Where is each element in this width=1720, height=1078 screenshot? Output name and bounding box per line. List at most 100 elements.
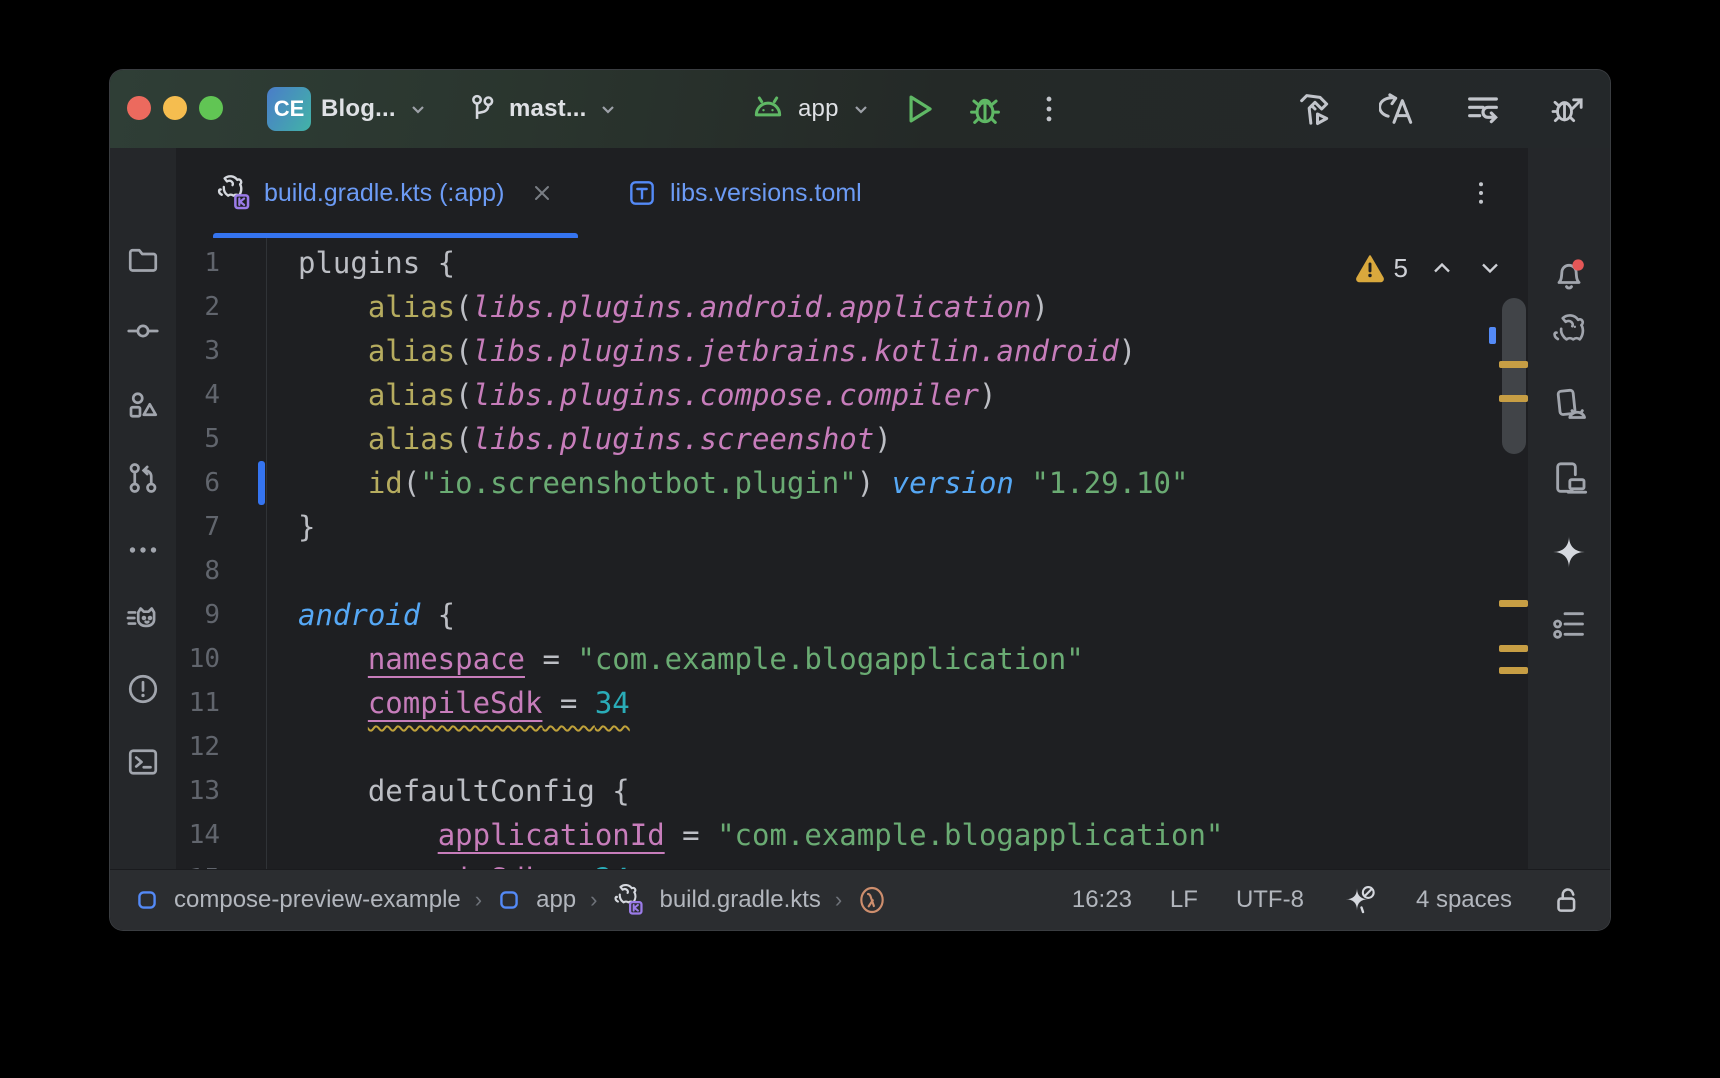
code-token: applicationId — [438, 818, 665, 852]
indent-widget[interactable]: 4 spaces — [1416, 886, 1512, 914]
profiler-bug-icon[interactable] — [1547, 89, 1587, 129]
problems-tool-icon[interactable] — [123, 669, 163, 709]
line-number[interactable]: 5 — [176, 424, 220, 454]
more-actions-icon[interactable] — [1032, 92, 1066, 126]
project-widget[interactable]: CE Blog... — [267, 70, 430, 148]
android-icon — [748, 89, 788, 129]
line-number[interactable]: 4 — [176, 380, 220, 410]
line-number[interactable]: 14 — [176, 820, 220, 850]
commit-tool-icon[interactable] — [123, 311, 163, 351]
line-number[interactable]: 12 — [176, 732, 220, 762]
code-line[interactable]: 11 compileSdk = 34 — [176, 681, 1528, 725]
code-line[interactable]: 3 alias(libs.plugins.jetbrains.kotlin.an… — [176, 329, 1528, 373]
line-number[interactable]: 2 — [176, 292, 220, 322]
project-icon: CE — [267, 87, 311, 131]
logcat-tool-icon[interactable] — [123, 598, 163, 638]
encoding-widget[interactable]: UTF-8 — [1236, 886, 1304, 914]
gradle-kts-file-icon — [611, 883, 645, 917]
line-number[interactable]: 1 — [176, 248, 220, 278]
gemini-sparkle-icon[interactable] — [1549, 532, 1589, 572]
code-line[interactable]: 13 defaultConfig { — [176, 769, 1528, 813]
line-number[interactable]: 6 — [176, 468, 220, 498]
ai-actions-icon[interactable] — [1379, 89, 1419, 129]
line-number[interactable]: 9 — [176, 600, 220, 630]
code-token: = — [525, 642, 577, 676]
code-token: } — [298, 510, 315, 544]
resource-manager-tool-icon[interactable] — [123, 385, 163, 425]
breadcrumb-item[interactable]: build.gradle.kts — [659, 886, 820, 914]
line-number[interactable]: 13 — [176, 776, 220, 806]
code-line[interactable]: 14 applicationId = "com.example.blogappl… — [176, 813, 1528, 857]
code-line[interactable]: 1plugins { — [176, 241, 1528, 285]
code-token: id — [368, 466, 403, 500]
breadcrumb-item[interactable]: compose-preview-example — [174, 886, 461, 914]
code-line[interactable]: 7} — [176, 505, 1528, 549]
scrollbar-warning-mark — [1499, 395, 1528, 402]
gradle-tool-icon[interactable] — [1549, 311, 1589, 351]
running-devices-tool-icon[interactable] — [1549, 458, 1589, 498]
code-line[interactable]: 5 alias(libs.plugins.screenshot) — [176, 417, 1528, 461]
left-tool-strip — [110, 148, 177, 870]
code-line[interactable]: 8 — [176, 549, 1528, 593]
code-token — [298, 686, 368, 720]
line-number[interactable]: 11 — [176, 688, 220, 718]
branch-widget[interactable]: mast... — [465, 70, 620, 148]
code-token: ( — [455, 334, 472, 368]
close-window-button[interactable] — [127, 96, 151, 120]
line-number[interactable]: 7 — [176, 512, 220, 542]
line-number[interactable]: 3 — [176, 336, 220, 366]
ide-window: CE Blog... mast... — [110, 70, 1610, 930]
code-line[interactable]: 12 — [176, 725, 1528, 769]
line-number[interactable]: 8 — [176, 556, 220, 586]
minimize-window-button[interactable] — [163, 96, 187, 120]
cursor-position-widget[interactable]: 16:23 — [1072, 886, 1132, 914]
inspections-widget[interactable]: 5 — [1354, 252, 1504, 284]
sync-lines-icon[interactable] — [1463, 89, 1503, 129]
previous-problem-icon[interactable] — [1428, 254, 1456, 282]
code-token: version — [892, 466, 1014, 500]
code-token: namespace — [368, 642, 525, 676]
code-token: alias — [368, 334, 455, 368]
breadcrumb-item[interactable]: app — [536, 886, 576, 914]
code-token: ( — [403, 466, 420, 500]
unlock-icon[interactable] — [1550, 883, 1584, 917]
scrollbar-warning-mark — [1499, 600, 1528, 607]
structure-tool-icon[interactable] — [1549, 604, 1589, 644]
warning-underlined-code: compileSdk = 34 — [368, 686, 630, 720]
run-button[interactable] — [900, 90, 938, 128]
code-line[interactable]: 4 alias(libs.plugins.compose.compiler) — [176, 373, 1528, 417]
line-separator-widget[interactable]: LF — [1170, 886, 1198, 914]
more-tool-windows-icon[interactable] — [123, 530, 163, 570]
project-tool-icon[interactable] — [123, 240, 163, 280]
fullscreen-window-button[interactable] — [199, 96, 223, 120]
ai-disabled-sparkle-icon[interactable] — [1342, 882, 1378, 918]
pull-requests-tool-icon[interactable] — [123, 458, 163, 498]
code-token: libs.plugins.android.application — [473, 290, 1032, 324]
next-problem-icon[interactable] — [1476, 254, 1504, 282]
code-token: "io.screenshotbot.plugin" — [420, 466, 857, 500]
code-line[interactable]: 10 namespace = "com.example.blogapplicat… — [176, 637, 1528, 681]
tab-label: libs.versions.toml — [670, 179, 862, 208]
code-editor[interactable]: 1plugins {2 alias(libs.plugins.android.a… — [176, 238, 1528, 870]
status-bar: compose-preview-example › app › build.gr… — [110, 869, 1610, 930]
code-line[interactable]: 9android { — [176, 593, 1528, 637]
run-configuration-widget[interactable]: app — [748, 70, 873, 148]
code-token: libs.plugins.jetbrains.kotlin.android — [473, 334, 1119, 368]
line-number[interactable]: 10 — [176, 644, 220, 674]
code-token: ) — [1031, 290, 1048, 324]
code-line[interactable]: 2 alias(libs.plugins.android.application… — [176, 285, 1528, 329]
breadcrumb-separator: › — [835, 887, 842, 913]
module-icon — [496, 887, 522, 913]
notifications-bell-icon[interactable] — [1549, 255, 1589, 295]
code-line[interactable]: 6 id("io.screenshotbot.plugin") version … — [176, 461, 1528, 505]
editor-scrollbar[interactable] — [1502, 298, 1526, 454]
tab-libs-versions-toml[interactable]: libs.versions.toml — [626, 148, 862, 238]
debug-button[interactable] — [966, 90, 1004, 128]
close-tab-icon[interactable] — [530, 181, 554, 205]
build-run-icon[interactable] — [1295, 89, 1335, 129]
tab-build-gradle-kts[interactable]: build.gradle.kts (:app) — [214, 148, 554, 238]
tab-options-icon[interactable] — [1466, 178, 1496, 208]
terminal-tool-icon[interactable] — [123, 742, 163, 782]
code-token: "com.example.blogapplication" — [577, 642, 1083, 676]
device-manager-tool-icon[interactable] — [1549, 385, 1589, 425]
